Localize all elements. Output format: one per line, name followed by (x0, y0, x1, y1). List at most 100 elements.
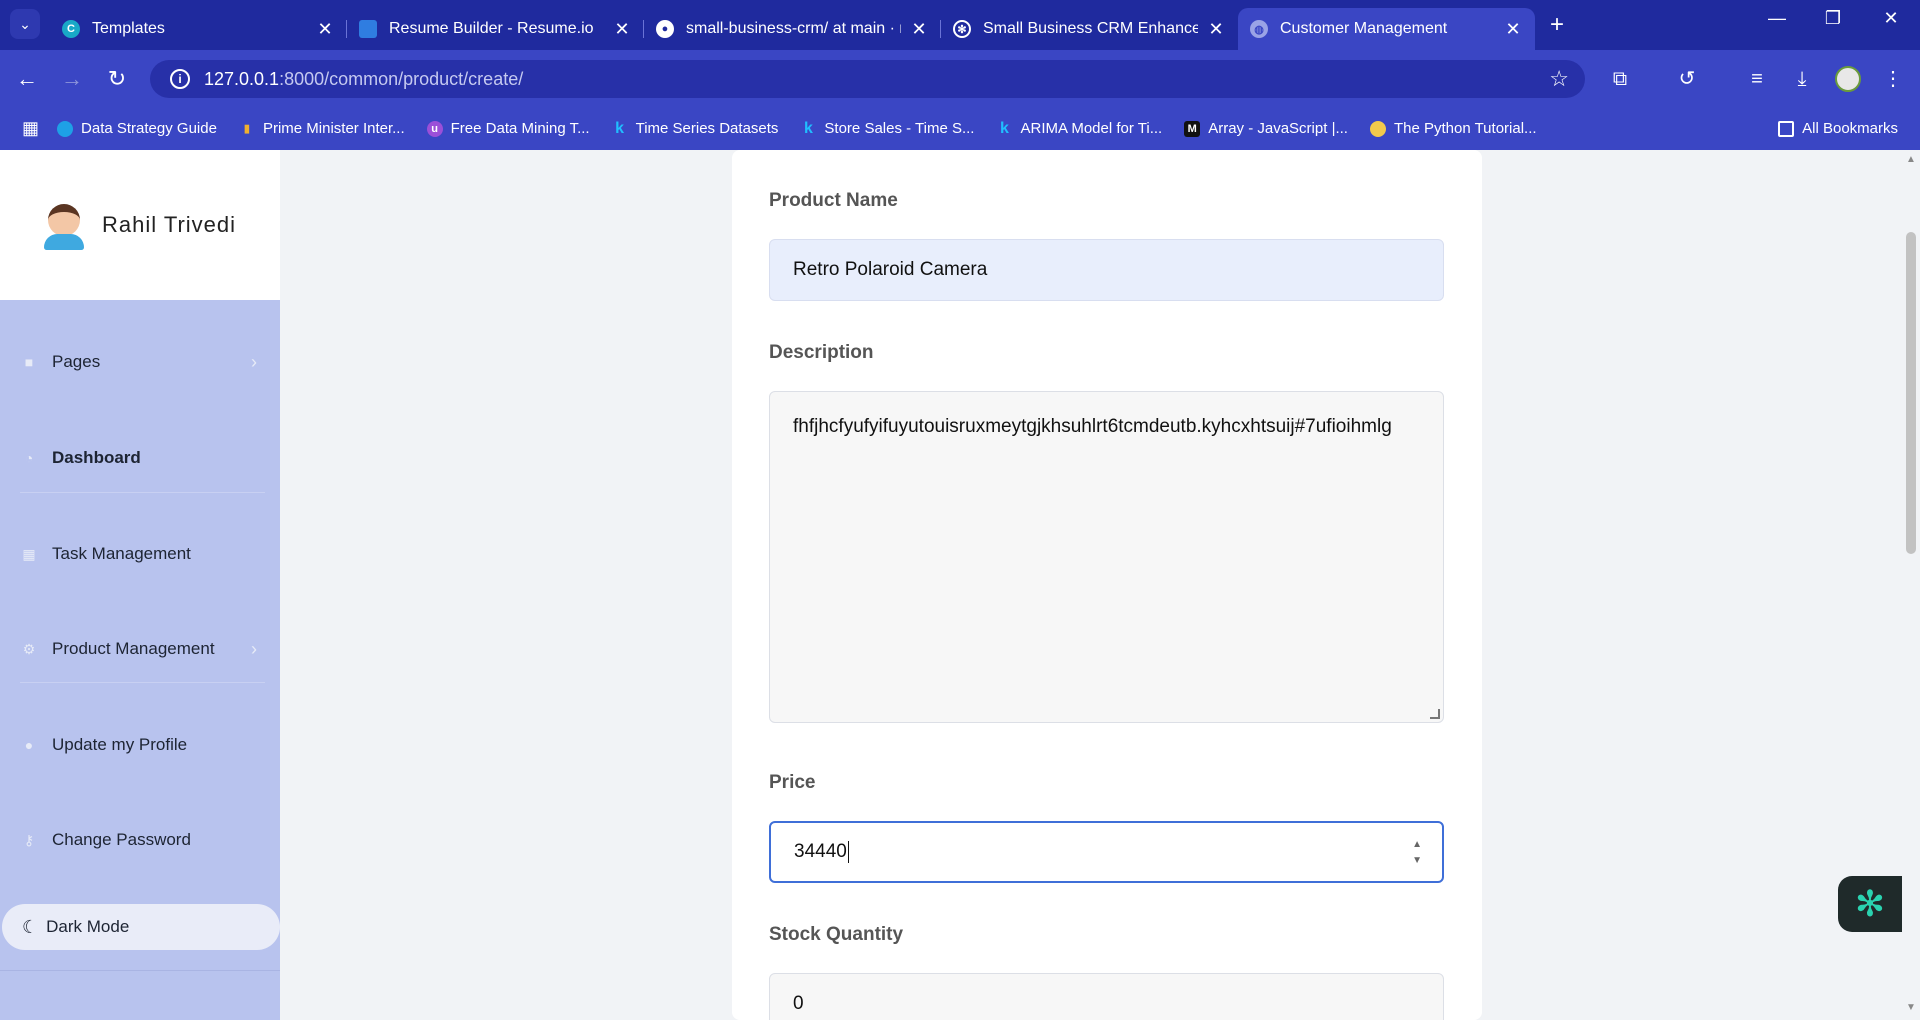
tab-chatgpt[interactable]: ✻ Small Business CRM Enhanceme ✕ (941, 8, 1238, 50)
sidebar-item-task-management[interactable]: ▦ Task Management (0, 524, 265, 584)
kaggle-icon: k (803, 119, 813, 137)
close-icon[interactable]: ✕ (315, 19, 335, 40)
restore-button[interactable]: ❐ (1808, 8, 1858, 29)
description-value: fhfjhcfyufyifuyutouisruxmeytgjkhsuhlrt6t… (793, 416, 1392, 437)
close-icon[interactable]: ✕ (1206, 19, 1226, 40)
media-control-icon[interactable]: ≡ (1742, 64, 1772, 94)
tab-resume-builder[interactable]: Resume Builder - Resume.io ✕ (347, 8, 644, 50)
scroll-up-arrow-icon[interactable]: ▲ (1906, 154, 1916, 165)
tab-title: Customer Management (1280, 20, 1448, 37)
new-tab-button[interactable]: + (1543, 11, 1571, 39)
key-icon: ⚷ (23, 831, 35, 848)
description-textarea[interactable]: fhfjhcfyufyifuyutouisruxmeytgjkhsuhlrt6t… (769, 391, 1444, 723)
sidebar-item-label: Task Management (52, 544, 191, 563)
chatgpt-icon: ✻ (953, 20, 971, 38)
bookmark-item[interactable]: ▮ Prime Minister Inter... (239, 120, 405, 137)
moon-icon: ☾ (22, 916, 39, 937)
reload-icon[interactable]: ↻ (102, 64, 132, 94)
tab-list: C Templates ✕ Resume Builder - Resume.io… (50, 8, 1535, 50)
description-label: Description (769, 342, 874, 363)
tab-github[interactable]: ● small-business-crm/ at main · ra ✕ (644, 8, 941, 50)
bars-icon: ▮ (243, 123, 250, 135)
cogs-icon: ⚙ (22, 640, 36, 657)
gauge-icon: ◔ (24, 450, 34, 466)
tab-title: Resume Builder - Resume.io (389, 20, 594, 37)
sidebar-item-label: Update my Profile (52, 735, 188, 754)
apps-grid-icon[interactable]: ▦ (22, 118, 39, 139)
url-path: :8000/common/product/create/ (279, 68, 524, 89)
dark-mode-toggle[interactable]: ☾ Dark Mode (2, 904, 280, 950)
chevron-right-icon: › (251, 351, 257, 372)
sidebar-item-label: Product Management (52, 639, 215, 658)
menu-kebab-icon[interactable]: ⋮ (1878, 64, 1908, 94)
minimize-button[interactable]: — (1752, 8, 1802, 29)
tab-templates[interactable]: C Templates ✕ (50, 8, 347, 50)
bookmark-item[interactable]: k ARIMA Model for Ti... (996, 119, 1162, 138)
stock-quantity-value: 0 (793, 993, 804, 1014)
stock-quantity-input[interactable]: 0 (769, 973, 1444, 1020)
product-create-form: Product Name Retro Polaroid Camera Descr… (732, 150, 1482, 1020)
sidebar-item-update-profile[interactable]: ● Update my Profile (0, 715, 265, 775)
chevron-right-icon: › (251, 638, 257, 659)
sidebar-item-label: Dashboard (52, 448, 141, 467)
download-icon[interactable]: ⤓ (1787, 64, 1817, 94)
site-info-icon[interactable]: i (170, 69, 190, 89)
dark-mode-label: Dark Mode (46, 917, 130, 936)
chatgpt-icon: ✻ (1854, 883, 1886, 924)
resize-handle-icon[interactable] (1430, 709, 1440, 719)
sidebar-profile-header: Rahil Trivedi (0, 150, 280, 300)
close-icon[interactable]: ✕ (1503, 19, 1523, 40)
url-host: 127.0.0.1 (204, 68, 280, 89)
history-icon[interactable]: ↺ (1672, 64, 1702, 94)
profile-avatar[interactable] (1835, 66, 1861, 92)
sidebar-item-pages[interactable]: ■ Pages › (0, 332, 265, 392)
text-caret (847, 841, 849, 863)
product-name-input[interactable]: Retro Polaroid Camera (769, 239, 1444, 301)
page-viewport: Rahil Trivedi ■ Pages › ◔ Dashboard ▦ Ta… (0, 150, 1920, 1020)
bookmark-item[interactable]: k Time Series Datasets (612, 119, 778, 138)
product-name-value: Retro Polaroid Camera (793, 259, 988, 280)
bookmark-item[interactable]: M Array - JavaScript |... (1184, 120, 1348, 137)
bookmark-item[interactable]: k Store Sales - Time S... (800, 119, 975, 138)
price-label: Price (769, 772, 816, 793)
back-arrow-icon[interactable]: ← (12, 64, 42, 94)
address-bar[interactable]: i 127.0.0.1:8000/common/product/create/ … (150, 60, 1585, 98)
bookmark-item[interactable]: The Python Tutorial... (1369, 120, 1537, 137)
close-icon[interactable]: ✕ (909, 19, 929, 40)
scrollbar-thumb[interactable] (1906, 232, 1916, 554)
chatgpt-floating-button[interactable]: ✻ (1838, 876, 1902, 932)
kaggle-icon: k (615, 119, 625, 137)
tab-title: small-business-crm/ at main · ra (686, 20, 901, 37)
sidebar-item-change-password[interactable]: ⚷ Change Password (0, 810, 265, 870)
sidebar-item-label: Change Password (52, 830, 191, 849)
number-spinner-icon[interactable]: ▲ ▼ (1412, 837, 1422, 869)
globe-icon: ◍ (1250, 20, 1268, 38)
upgrad-icon: u (426, 120, 443, 137)
price-value: 34440 (794, 841, 847, 862)
bookmark-item[interactable]: Data Strategy Guide (57, 120, 217, 137)
all-bookmarks-folder[interactable]: All Bookmarks (1778, 120, 1898, 137)
page-scrollbar[interactable]: ▲ ▼ (1902, 150, 1920, 1020)
browser-toolbar: ← → ↻ i 127.0.0.1:8000/common/product/cr… (0, 50, 1920, 107)
browser-tab-strip: ⌄ C Templates ✕ Resume Builder - Resume.… (0, 0, 1920, 50)
sidebar-item-label: Pages (52, 352, 101, 371)
scroll-down-arrow-icon[interactable]: ▼ (1906, 1002, 1916, 1013)
calendar-icon: ▦ (22, 545, 36, 562)
github-icon: ● (656, 20, 674, 38)
close-icon[interactable]: ✕ (612, 19, 632, 40)
sidebar-item-dashboard[interactable]: ◔ Dashboard (0, 428, 265, 488)
extensions-icon[interactable]: ⧉ (1605, 64, 1635, 94)
kaggle-icon: k (1000, 119, 1009, 137)
sidebar-item-product-management[interactable]: ⚙ Product Management › (0, 619, 265, 679)
tab-search-button[interactable]: ⌄ (10, 9, 40, 39)
user-avatar (44, 200, 84, 250)
tab-title: Templates (92, 20, 165, 37)
bookmark-star-icon[interactable]: ☆ (1549, 66, 1569, 92)
tab-customer-management[interactable]: ◍ Customer Management ✕ (1238, 8, 1535, 50)
window-close-button[interactable]: ✕ (1866, 8, 1916, 29)
user-icon: ● (24, 737, 34, 753)
salesforce-icon (57, 120, 74, 137)
forward-arrow-icon[interactable]: → (57, 64, 87, 94)
price-input[interactable]: 34440 ▲ ▼ (769, 821, 1444, 883)
bookmark-item[interactable]: u Free Data Mining T... (426, 120, 590, 137)
